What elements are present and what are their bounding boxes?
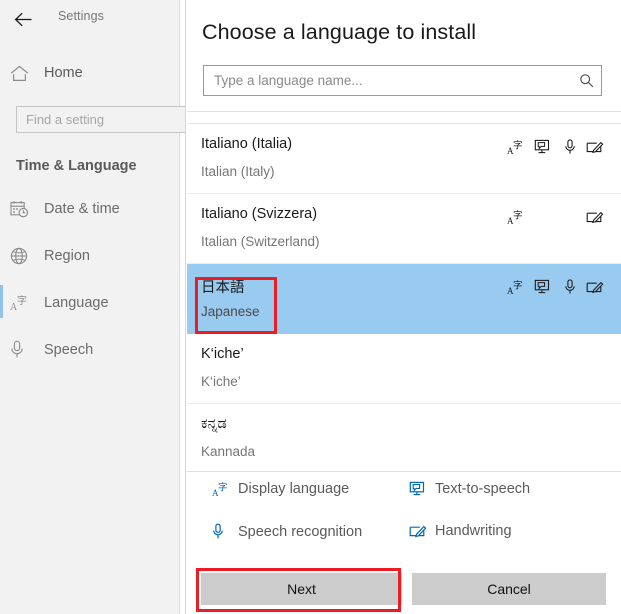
back-arrow-icon[interactable]: [12, 8, 34, 30]
svg-text:字: 字: [17, 294, 27, 307]
language-native-name: Italiano (Italia): [201, 136, 292, 152]
language-english-name: Italian (Italy): [201, 164, 275, 179]
choose-language-dialog: Choose a language to install Italiano It…: [185, 0, 621, 614]
next-button[interactable]: Next: [201, 573, 402, 605]
sidebar-titlebar: Settings: [0, 0, 180, 36]
svg-text:字: 字: [513, 140, 523, 152]
find-a-setting-input[interactable]: [16, 106, 188, 133]
svg-text:字: 字: [513, 280, 523, 292]
legend-label: Display language: [238, 481, 349, 497]
search-icon[interactable]: [571, 73, 601, 88]
list-item[interactable]: Italiano: [187, 112, 621, 124]
handwriting-pen-icon: [409, 523, 435, 539]
list-item[interactable]: Italiano (Svizzera) Italian (Switzerland…: [187, 194, 621, 264]
text-to-speech-icon: [534, 138, 552, 156]
sidebar-item-home[interactable]: Home: [0, 58, 180, 88]
home-icon: [10, 65, 44, 82]
app-title: Settings: [58, 9, 104, 23]
sidebar-item-label: Language: [44, 295, 109, 311]
sidebar-item-speech[interactable]: Speech: [0, 326, 180, 373]
page-title: Choose a language to install: [202, 20, 476, 45]
globe-icon: [10, 247, 44, 265]
sidebar-item-label: Date & time: [44, 201, 120, 217]
microphone-icon: [561, 138, 579, 156]
dialog-footer: Next Cancel: [187, 566, 621, 614]
language-feature-icons: A 字: [507, 208, 607, 228]
microphone-icon: [561, 278, 579, 296]
svg-text:字: 字: [513, 210, 523, 222]
handwriting-pen-icon: [586, 208, 604, 226]
text-to-speech-icon: [409, 481, 435, 497]
calendar-clock-icon: [10, 200, 44, 218]
sidebar-item-label: Home: [44, 65, 83, 81]
legend-display-language: A 字 Display language: [212, 481, 349, 497]
legend-label: Text-to-speech: [435, 481, 530, 497]
legend-handwriting: Handwriting: [409, 523, 512, 539]
language-feature-icons: [507, 418, 607, 438]
sidebar-item-region[interactable]: Region: [0, 232, 180, 279]
sidebar: Settings Home Time & Language: [0, 0, 180, 614]
sidebar-item-label: Region: [44, 248, 90, 264]
language-search-box[interactable]: [203, 65, 602, 96]
list-item[interactable]: Italiano (Italia) Italian (Italy) A 字: [187, 124, 621, 194]
sidebar-section-title: Time & Language: [16, 158, 137, 174]
handwriting-pen-icon: [586, 278, 604, 296]
list-item[interactable]: K‘iche’ K‘iche’: [187, 334, 621, 404]
text-to-speech-icon: [534, 278, 552, 296]
display-language-icon: A 字: [212, 481, 238, 497]
sidebar-item-date-time[interactable]: Date & time: [0, 185, 180, 232]
settings-window: Settings Home Time & Language: [0, 0, 621, 614]
language-feature-icons: [507, 348, 607, 368]
language-native-name: ಕನ್ನಡ: [201, 416, 227, 432]
list-item[interactable]: ಕನ್ನಡ Kannada: [187, 404, 621, 472]
microphone-icon: [10, 340, 44, 359]
legend-text-to-speech: Text-to-speech: [409, 481, 530, 497]
language-english-name: Kannada: [201, 444, 255, 459]
sidebar-item-label: Speech: [44, 342, 93, 358]
language-native-name: K‘iche’: [201, 346, 244, 362]
microphone-icon: [212, 523, 238, 540]
legend-speech-recognition: Speech recognition: [212, 523, 362, 540]
language-search-input[interactable]: [204, 73, 571, 88]
language-english-name: Japanese: [201, 304, 260, 319]
language-native-name: 日本語: [201, 276, 245, 297]
sidebar-nav: Date & time Region A: [0, 185, 180, 373]
language-native-name: Italiano: [201, 112, 248, 116]
language-feature-icons: A 字: [507, 278, 607, 298]
display-language-icon: A 字: [10, 294, 44, 312]
svg-text:字: 字: [218, 482, 228, 494]
language-list[interactable]: Italiano Italiano (Italia) Italian (Ital…: [187, 111, 621, 472]
handwriting-pen-icon: [586, 138, 604, 156]
feature-legend: A 字 Display language Text-to-speech: [187, 471, 621, 560]
language-english-name: Italian (Switzerland): [201, 234, 320, 249]
legend-label: Handwriting: [435, 523, 512, 539]
language-native-name: Italiano (Svizzera): [201, 206, 317, 222]
cancel-button[interactable]: Cancel: [412, 573, 606, 605]
sidebar-item-language[interactable]: A 字 Language: [0, 279, 180, 326]
display-language-icon: A 字: [507, 278, 525, 296]
list-item-japanese[interactable]: 日本語 Japanese A 字: [187, 264, 621, 334]
legend-label: Speech recognition: [238, 524, 362, 540]
display-language-icon: A 字: [507, 208, 525, 226]
language-english-name: K‘iche’: [201, 374, 241, 389]
display-language-icon: A 字: [507, 138, 525, 156]
language-feature-icons: A 字: [507, 138, 607, 158]
